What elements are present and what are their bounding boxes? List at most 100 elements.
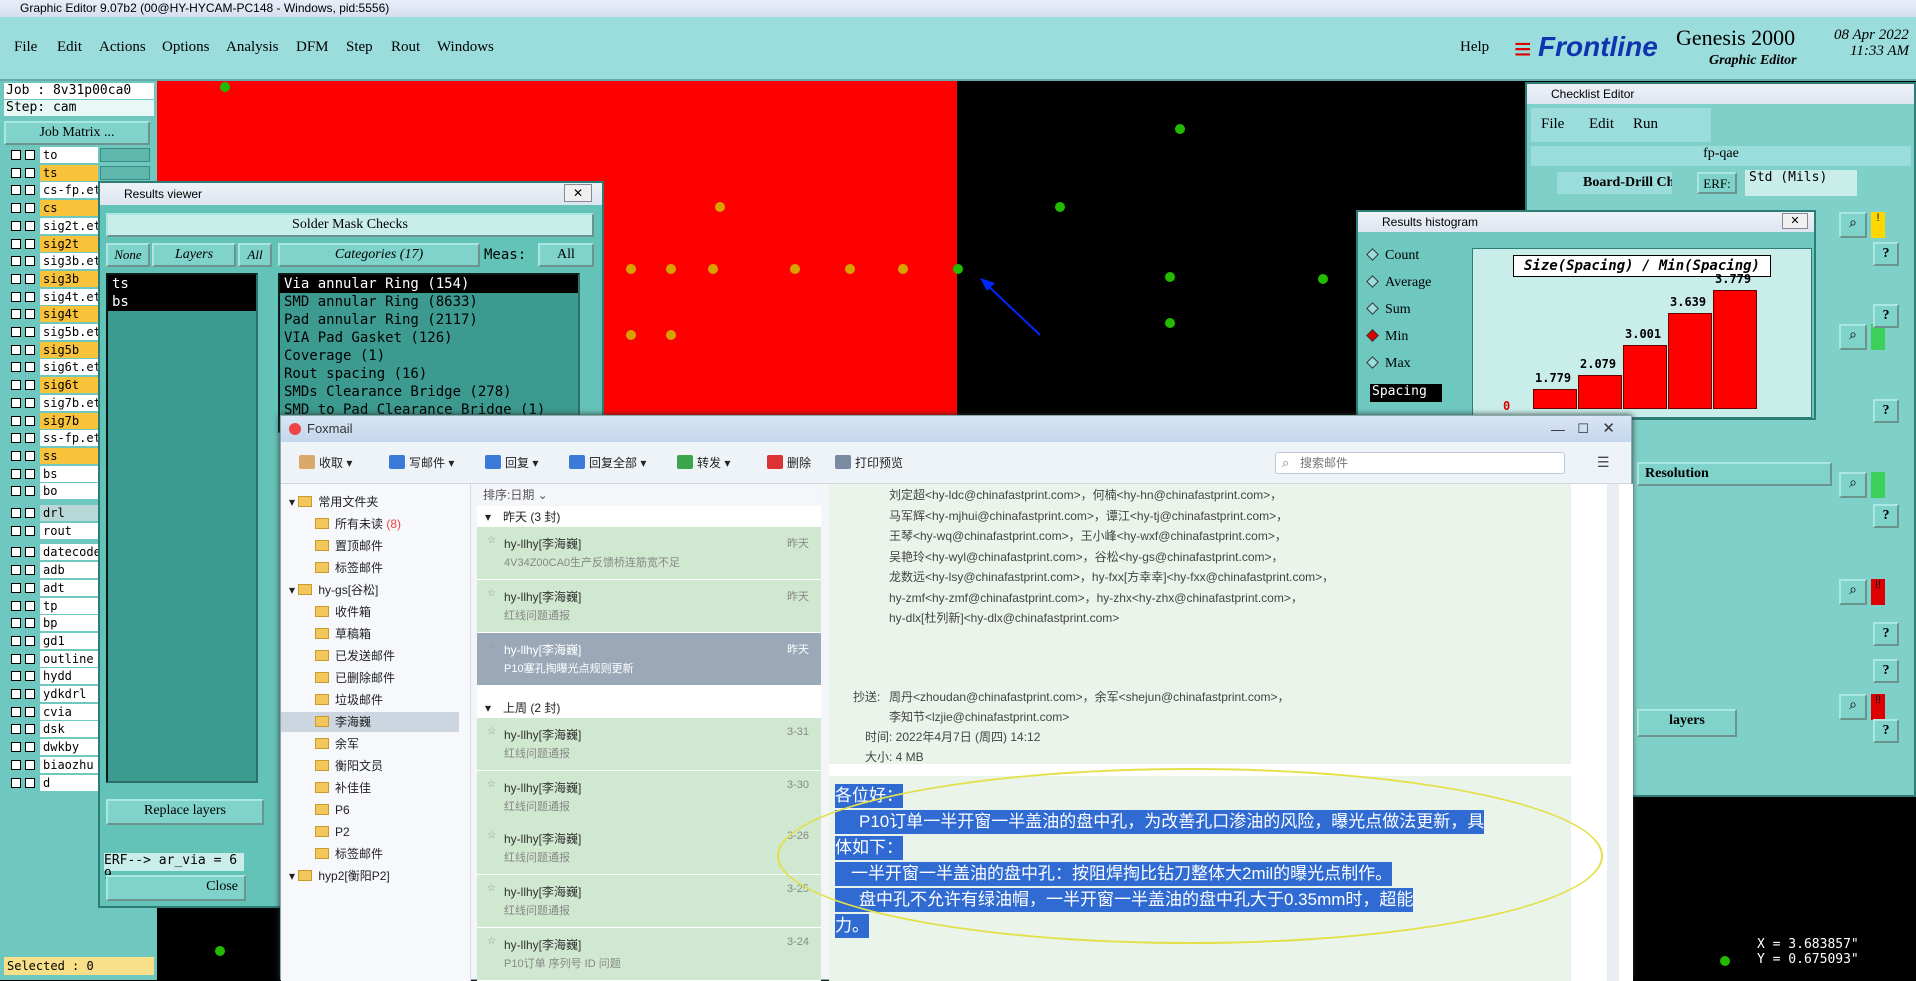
layer-name[interactable]: adt [40,579,98,596]
layer-checkbox[interactable] [25,508,35,518]
folder-item[interactable]: P2 [281,822,459,842]
layer-checkbox[interactable] [11,380,21,391]
layer-checkbox[interactable] [25,547,35,558]
folder-item[interactable]: 李海巍 [281,712,459,732]
layer-checkbox[interactable] [25,689,35,699]
folder-item[interactable]: 衡阳文员 [281,756,459,776]
layers-button[interactable]: layers [1637,709,1737,737]
layer-checkbox[interactable] [11,671,21,682]
layer-name[interactable]: ydkdrl [40,686,98,702]
magnify-icon[interactable]: ⌕ [1839,579,1867,605]
layer-checkbox[interactable] [11,777,21,788]
layers-button[interactable]: Layers [152,243,236,267]
help-icon[interactable]: ? [1873,719,1899,743]
layer-name[interactable]: ss [40,447,98,464]
folder-item[interactable]: 所有未读 (8) [281,514,459,534]
layer-name[interactable]: dsk [40,721,98,738]
layer-name[interactable]: ss-fp.et [40,430,98,447]
histogram-option[interactable]: Count [1366,248,1419,270]
star-icon[interactable]: ☆ [487,883,496,894]
star-icon[interactable]: ☆ [487,936,496,947]
layer-checkbox[interactable] [11,256,21,267]
close-button[interactable]: Close [106,875,246,901]
layer-checkbox[interactable] [11,724,21,735]
receive-button[interactable]: 收取 ▾ [299,454,352,471]
list-item[interactable]: Via annular Ring (154) [280,275,578,293]
close-icon[interactable]: ✕ [1782,213,1808,229]
layer-name[interactable]: outline [40,650,98,667]
layer-checkbox[interactable] [11,508,21,518]
layer-checkbox[interactable] [11,468,21,479]
radio-icon[interactable] [1366,329,1379,342]
layer-checkbox[interactable] [25,486,35,497]
job-matrix-button[interactable]: Job Matrix ... [4,121,150,145]
layer-name[interactable]: sig4t [40,306,98,323]
layer-checkbox[interactable] [25,380,35,391]
reply-all-button[interactable]: 回复全部 ▾ [569,454,646,471]
layer-checkbox[interactable] [11,397,21,408]
menu-analysis[interactable]: Analysis [226,39,279,56]
magnify-icon[interactable]: ⌕ [1839,212,1867,238]
layer-checkbox[interactable] [25,238,35,249]
layer-checkbox[interactable] [11,150,21,160]
folder-item[interactable]: P6 [281,800,459,820]
layer-checkbox[interactable] [11,565,21,576]
layer-checkbox[interactable] [25,759,35,770]
folder-item[interactable]: 收件箱 [281,602,459,622]
layer-checkbox[interactable] [25,565,35,576]
folder-item[interactable]: 已删除邮件 [281,668,459,688]
radio-icon[interactable] [1366,302,1379,315]
minimize-icon[interactable]: — [1551,416,1565,442]
mail-group-header[interactable]: ▾ 上周 (2 封) [477,698,821,718]
none-button[interactable]: None [106,243,150,267]
folder-item[interactable]: 余军 [281,734,459,754]
folder-item[interactable]: ▾ 常用文件夹 [281,492,459,512]
menu-step[interactable]: Step [346,39,373,56]
categories-button[interactable]: Categories (17) [278,243,480,267]
layer-name[interactable]: drl [40,505,98,521]
folder-item[interactable]: 已发送邮件 [281,646,459,666]
layer-checkbox[interactable] [11,547,21,558]
delete-button[interactable]: 删除 [767,454,811,471]
layer-name[interactable]: gd1 [40,632,98,649]
layer-checkbox[interactable] [25,150,35,160]
close-icon[interactable]: ✕ [1602,416,1615,442]
layer-checkbox[interactable] [11,220,21,231]
star-icon[interactable]: ☆ [487,726,496,737]
layer-checkbox[interactable] [25,468,35,479]
layer-checkbox[interactable] [11,203,21,214]
layer-checkbox[interactable] [11,525,21,536]
layer-checkbox[interactable] [11,742,21,753]
layer-checkbox[interactable] [11,582,21,593]
layer-checkbox[interactable] [25,309,35,320]
list-item[interactable]: ☆ hy-llhy[李海巍] P10塞孔掏曝光点规则更新 昨天 [477,633,821,685]
folder-item[interactable]: 标签邮件 [281,558,459,578]
layer-checkbox[interactable] [11,167,21,178]
layer-name[interactable]: sig5b.et [40,324,98,340]
layer-name[interactable]: sig7b.et [40,394,98,411]
histogram-option[interactable]: Min [1366,329,1408,351]
layer-row[interactable]: ts [4,164,154,181]
checklist-menu-edit[interactable]: Edit [1589,116,1614,133]
layer-checkbox[interactable] [25,777,35,788]
layer-checkbox[interactable] [25,362,35,373]
layer-checkbox[interactable] [25,653,35,664]
layer-name[interactable]: sig7b [40,412,98,429]
search-input[interactable] [1300,455,1530,471]
layer-name[interactable]: cvia [40,703,98,720]
all-button[interactable]: All [238,243,272,267]
menu-dfm[interactable]: DFM [296,39,329,56]
replace-layers-button[interactable]: Replace layers [106,799,264,825]
star-icon[interactable]: ☆ [487,535,496,546]
meas-select[interactable]: All [538,243,594,267]
spacing-select[interactable]: Spacing [1370,384,1442,402]
layer-name[interactable]: sig2t.et [40,217,98,234]
layer-checkbox[interactable] [11,450,21,461]
list-item[interactable]: VIA Pad Gasket (126) [280,329,578,347]
board-drill-check[interactable]: Board-Drill Che [1557,172,1672,194]
magnify-icon[interactable]: ⌕ [1839,472,1867,498]
layer-checkbox[interactable] [11,486,21,497]
layer-name[interactable]: sig5b [40,341,98,358]
layer-name[interactable]: bo [40,483,98,500]
layer-checkbox[interactable] [11,415,21,426]
